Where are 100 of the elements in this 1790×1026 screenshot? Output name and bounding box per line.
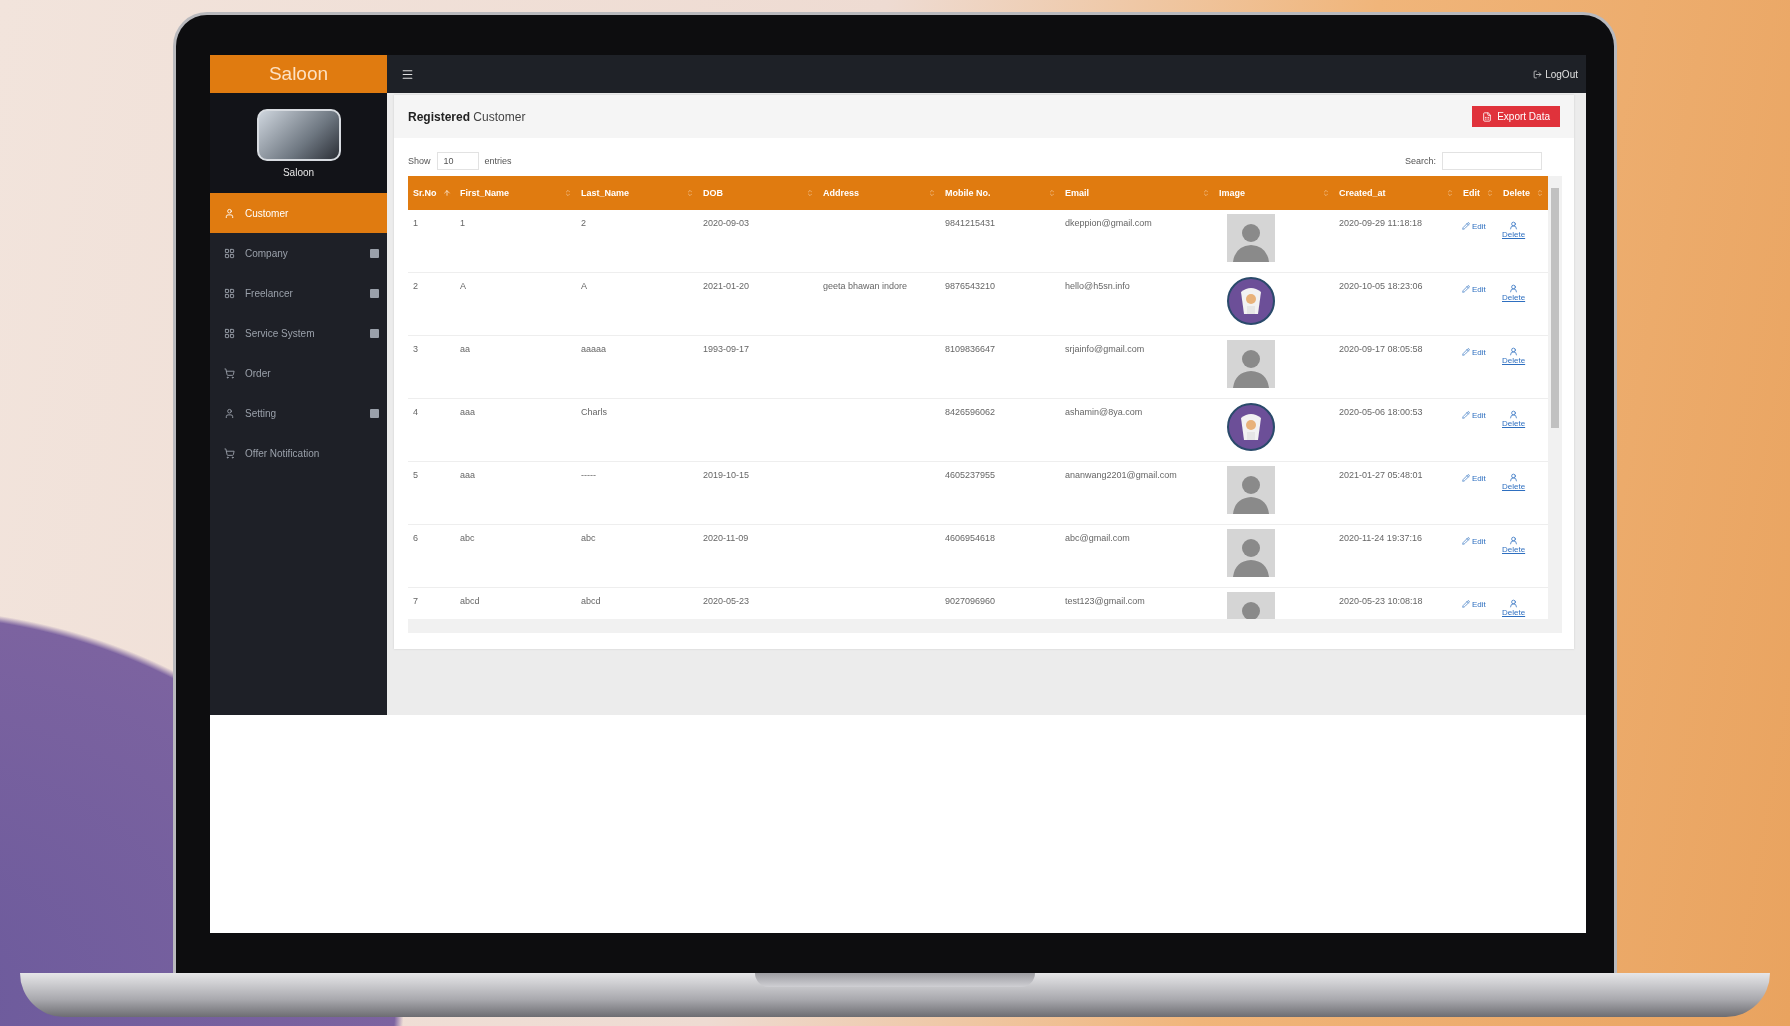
sidebar-item[interactable]: Service System bbox=[210, 313, 387, 353]
table-cell: 2020-10-05 18:23:06 bbox=[1334, 272, 1458, 336]
table-cell: 6 bbox=[408, 524, 455, 588]
sidebar-item-label: Setting bbox=[245, 407, 278, 419]
table-cell: abc@gmail.com bbox=[1060, 524, 1214, 588]
table-cell: 2019-10-15 bbox=[698, 461, 818, 525]
search-field[interactable] bbox=[1442, 152, 1542, 170]
table-cell: aaa bbox=[455, 461, 576, 525]
logout-link[interactable]: LogOut bbox=[1533, 68, 1578, 80]
table-cell: aaaaa bbox=[576, 335, 698, 399]
column-header[interactable]: Image bbox=[1214, 176, 1334, 210]
sidebar-item-label: Service System bbox=[245, 327, 316, 339]
edit-link[interactable]: Edit bbox=[1462, 599, 1486, 609]
column-header[interactable]: Mobile No. bbox=[940, 176, 1060, 210]
table-cell: aa bbox=[455, 335, 576, 399]
table-cell: 9876543210 bbox=[940, 272, 1060, 336]
avatar-placeholder bbox=[1227, 529, 1275, 577]
table-cell: 1 bbox=[408, 210, 455, 273]
sort-icon bbox=[1536, 189, 1544, 197]
table-cell: 2020-09-17 08:05:58 bbox=[1334, 335, 1458, 399]
table-cell: 2020-09-03 bbox=[698, 210, 818, 273]
table-cell: 2020-09-29 11:18:18 bbox=[1334, 210, 1458, 273]
sort-icon bbox=[806, 189, 814, 197]
column-header[interactable]: Last_Name bbox=[576, 176, 698, 210]
vertical-scrollbar[interactable] bbox=[1548, 176, 1562, 619]
edit-link[interactable]: Edit bbox=[1462, 536, 1486, 546]
menu-icon[interactable] bbox=[401, 67, 414, 81]
user-icon bbox=[1509, 221, 1519, 230]
sort-icon bbox=[564, 189, 572, 197]
table-cell: Charls bbox=[576, 398, 698, 462]
delete-link[interactable]: Delete bbox=[1502, 410, 1526, 428]
edit-link[interactable]: Edit bbox=[1462, 221, 1486, 231]
sort-icon bbox=[928, 189, 936, 197]
table-cell: 9841215431 bbox=[940, 210, 1060, 273]
sidebar-item-label: Order bbox=[245, 367, 272, 379]
table-cell: 2 bbox=[576, 210, 698, 273]
delete-link[interactable]: Delete bbox=[1502, 599, 1526, 617]
horizontal-scrollbar[interactable] bbox=[408, 619, 1562, 633]
sidebar-item[interactable]: Customer bbox=[210, 193, 387, 233]
avatar-placeholder bbox=[1227, 214, 1275, 262]
table-cell: 4606954618 bbox=[940, 524, 1060, 588]
table-cell: A bbox=[455, 272, 576, 336]
edit-link[interactable]: Edit bbox=[1462, 284, 1486, 294]
table-cell: 1 bbox=[455, 210, 576, 273]
sort-icon bbox=[1446, 189, 1454, 197]
table-cell: 5 bbox=[408, 461, 455, 525]
sidebar-item[interactable]: Order bbox=[210, 353, 387, 393]
column-header[interactable]: Address bbox=[818, 176, 940, 210]
grid-icon bbox=[224, 287, 235, 299]
brand-logo: Saloon bbox=[210, 55, 387, 93]
entries-select[interactable]: 10 bbox=[436, 152, 479, 170]
column-header[interactable]: First_Name bbox=[455, 176, 576, 210]
column-header[interactable]: Created_at bbox=[1334, 176, 1458, 210]
table-cell: srjainfo@gmail.com bbox=[1060, 335, 1214, 399]
delete-link[interactable]: Delete bbox=[1502, 221, 1526, 239]
edit-link[interactable]: Edit bbox=[1462, 347, 1486, 357]
table-cell: geeta bhawan indore bbox=[818, 272, 940, 336]
table-cell: 1993-09-17 bbox=[698, 335, 818, 399]
pencil-icon bbox=[1462, 411, 1470, 419]
edit-link[interactable]: Edit bbox=[1462, 410, 1486, 420]
sidebar-item[interactable]: Company bbox=[210, 233, 387, 273]
pencil-icon bbox=[1462, 600, 1470, 608]
table-cell: ananwang2201@gmail.com bbox=[1060, 461, 1214, 525]
table-cell: abc bbox=[455, 524, 576, 588]
edit-link[interactable]: Edit bbox=[1462, 473, 1486, 483]
table-cell: 4605237955 bbox=[940, 461, 1060, 525]
pencil-icon bbox=[1462, 537, 1470, 545]
table-cell: ashamin@8ya.com bbox=[1060, 398, 1214, 462]
user-icon bbox=[224, 207, 235, 219]
sort-ascending-icon bbox=[443, 189, 451, 197]
table-cell: A bbox=[576, 272, 698, 336]
table-cell: hello@h5sn.info bbox=[1060, 272, 1214, 336]
spreadsheet-icon bbox=[1482, 111, 1493, 122]
sidebar-item[interactable]: Offer Notification bbox=[210, 433, 387, 473]
table-cell: 2 bbox=[408, 272, 455, 336]
delete-link[interactable]: Delete bbox=[1502, 536, 1526, 554]
show-label: Show bbox=[408, 156, 431, 166]
column-header[interactable]: Delete bbox=[1498, 176, 1548, 210]
table-cell: abc bbox=[576, 524, 698, 588]
column-header[interactable]: Edit bbox=[1458, 176, 1498, 210]
pencil-icon bbox=[1462, 285, 1470, 293]
user-icon bbox=[1509, 599, 1519, 608]
export-button[interactable]: Export Data bbox=[1472, 106, 1560, 127]
delete-link[interactable]: Delete bbox=[1502, 473, 1526, 491]
sidebar-item[interactable]: Freelancer bbox=[210, 273, 387, 313]
user-icon bbox=[1509, 410, 1519, 419]
sidebar-item-label: Customer bbox=[245, 207, 290, 219]
delete-link[interactable]: Delete bbox=[1502, 347, 1526, 365]
avatar-illustration bbox=[1227, 403, 1275, 451]
column-header[interactable]: Sr.No bbox=[408, 176, 455, 210]
column-header[interactable]: Email bbox=[1060, 176, 1214, 210]
sort-icon bbox=[1322, 189, 1330, 197]
column-header[interactable]: DOB bbox=[698, 176, 818, 210]
sidebar-item[interactable]: Setting bbox=[210, 393, 387, 433]
delete-link[interactable]: Delete bbox=[1502, 284, 1526, 302]
table-cell: 2020-11-24 19:37:16 bbox=[1334, 524, 1458, 588]
sort-icon bbox=[686, 189, 694, 197]
table-cell: 2021-01-20 bbox=[698, 272, 818, 336]
search-label: Search: bbox=[1404, 156, 1436, 166]
grid-icon bbox=[224, 327, 235, 339]
